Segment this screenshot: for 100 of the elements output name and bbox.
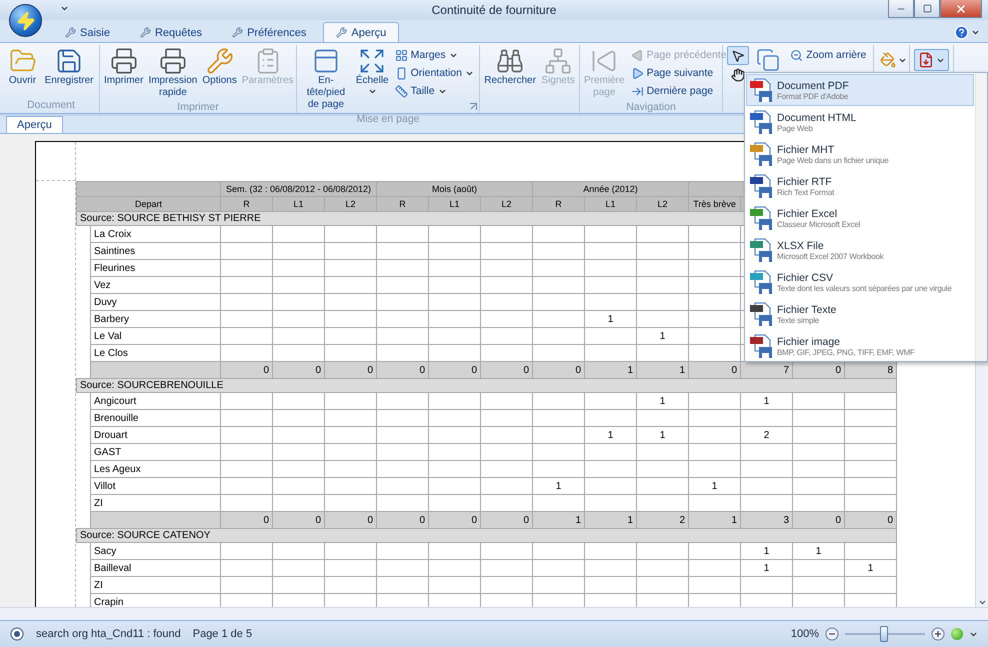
total-cell: 0 <box>844 512 897 528</box>
menu-item[interactable]: Document PDF Format PDF d'Adobe <box>746 74 974 106</box>
total-cell: 1 <box>584 512 637 528</box>
zoom-percent: 100% <box>790 628 819 640</box>
menu-item[interactable]: Fichier RTF Rich Text Format <box>746 170 974 202</box>
zoom-in-icon[interactable] <box>931 627 945 641</box>
row-label: Villot <box>90 478 220 494</box>
minimize-button[interactable] <box>888 0 914 18</box>
menu-item[interactable]: Fichier MHT Page Web dans un fichier unique <box>746 138 974 170</box>
file-export-icon <box>918 52 934 68</box>
menu-item[interactable]: Fichier Texte Texte simple <box>746 298 974 330</box>
total-cell: 7 <box>740 362 793 378</box>
ruler-icon <box>394 84 408 98</box>
menu-scrollbar[interactable] <box>975 73 987 361</box>
ribbon-tab[interactable]: Requêtes <box>126 22 216 42</box>
ribbon-button[interactable]: Taille <box>392 82 477 100</box>
total-cell: 0 <box>428 512 480 528</box>
total-cell: 1 <box>532 512 585 528</box>
scroll-down-icon[interactable] <box>978 598 986 607</box>
table-cell: 1 <box>532 478 585 494</box>
file-save-icon <box>749 333 773 359</box>
ribbon-button[interactable]: Dernière page <box>628 82 730 100</box>
table-cell: 1 <box>584 310 637 328</box>
tab-icon <box>232 27 244 38</box>
total-cell: 0 <box>376 512 428 528</box>
help-icon[interactable] <box>954 25 969 40</box>
total-cell: 3 <box>740 512 793 528</box>
status-icon <box>10 627 24 641</box>
total-cell: 1 <box>584 362 637 378</box>
launcher-icon[interactable] <box>470 103 477 110</box>
ribbon-button[interactable]: Ouvrir <box>6 45 39 99</box>
menu-item-title: Fichier RTF <box>777 176 833 188</box>
group-header: Sem. (32 : 06/08/2012 - 06/08/2012) <box>220 182 376 196</box>
tool-button[interactable] <box>726 46 749 65</box>
triangle-icon <box>630 48 644 62</box>
ribbon-button[interactable]: En-tête/pied de page <box>299 45 353 113</box>
row-label: ZI <box>90 576 220 594</box>
column-header: Très brève <box>688 196 741 212</box>
printer-icon <box>158 47 187 75</box>
total-cell: 8 <box>844 362 897 378</box>
file-save-icon <box>749 173 773 199</box>
printer-icon <box>110 47 138 75</box>
menu-item[interactable]: Fichier image BMP, GIF, JPEG, PNG, TIFF, EMF, WMF <box>746 330 974 361</box>
menu-item[interactable]: XLSX File Microsoft Excel 2007 Workbook <box>746 234 974 266</box>
menu-item[interactable]: Document HTML Page Web <box>746 106 974 138</box>
document-tab[interactable]: Aperçu <box>6 116 63 133</box>
ribbon-button[interactable]: Page suivante <box>628 64 730 82</box>
total-cell: 0 <box>480 512 533 528</box>
table-cell: 1 <box>636 328 689 344</box>
table-cell: 2 <box>740 426 793 444</box>
file-save-icon <box>749 141 773 167</box>
split-button[interactable] <box>914 49 949 71</box>
group-label: Document <box>26 99 76 113</box>
ribbon-button[interactable]: Options <box>200 45 239 101</box>
total-cell: 0 <box>324 362 376 378</box>
table-cell: 1 <box>740 392 793 410</box>
ribbon-button[interactable]: Échelle <box>354 45 391 113</box>
ribbon-button[interactable]: Zoom arrière <box>787 46 870 64</box>
ribbon-button[interactable]: Orientation <box>392 64 477 82</box>
row-label: Drouart <box>90 426 220 444</box>
menu-item-title: XLSX File <box>777 240 825 252</box>
total-cell: 0 <box>480 362 533 378</box>
total-cell: 0 <box>428 362 480 378</box>
slider-thumb[interactable] <box>880 626 888 642</box>
section-title: Source: SOURCE CATENOY <box>76 528 897 542</box>
row-label: Crapin <box>90 594 220 607</box>
menu-item[interactable]: Fichier CSV Texte dont les valeurs sont séparées par une virgule <box>746 266 974 298</box>
tab-icon <box>140 27 151 38</box>
ribbon-button[interactable]: Impression rapide <box>146 45 200 101</box>
menu-item-title: Fichier MHT <box>777 144 836 156</box>
maximize-button[interactable] <box>914 0 940 18</box>
close-button[interactable] <box>940 0 982 18</box>
total-cell: 0 <box>792 362 845 378</box>
row-label: Le Clos <box>90 344 220 362</box>
total-cell: 1 <box>636 362 689 378</box>
file-save-icon <box>749 205 773 231</box>
ribbon-button[interactable]: Rechercher <box>482 45 538 99</box>
ribbon-tab[interactable]: Aperçu <box>323 22 400 42</box>
row-label: GAST <box>90 444 220 460</box>
hierarchy-icon <box>544 47 572 75</box>
ribbon-tab[interactable]: Saisie <box>52 22 123 42</box>
total-cell: 1 <box>688 512 741 528</box>
file-save-icon <box>749 269 773 295</box>
ribbon-button[interactable]: Marges <box>392 46 477 64</box>
row-label: Fleurines <box>90 260 220 276</box>
zoom-out-icon[interactable] <box>825 627 839 641</box>
column-header: L2 <box>324 196 376 212</box>
ribbon-button[interactable]: Imprimer <box>102 45 146 101</box>
total-cell: 0 <box>272 512 324 528</box>
ribbon-tab[interactable]: Préférences <box>219 22 320 42</box>
menu-item-description: Rich Text Format <box>777 188 834 196</box>
menu-item-title: Document HTML <box>777 112 856 124</box>
ribbon-button[interactable]: Enregistrer <box>42 45 96 99</box>
horizontal-scrollbar[interactable] <box>0 607 988 620</box>
row-label: Le Val <box>90 328 220 344</box>
column-header: L1 <box>584 196 637 212</box>
table-cell: 1 <box>740 560 793 576</box>
total-cell: 0 <box>220 362 272 378</box>
column-header: Depart <box>76 196 220 212</box>
pages-icon <box>756 48 780 72</box>
